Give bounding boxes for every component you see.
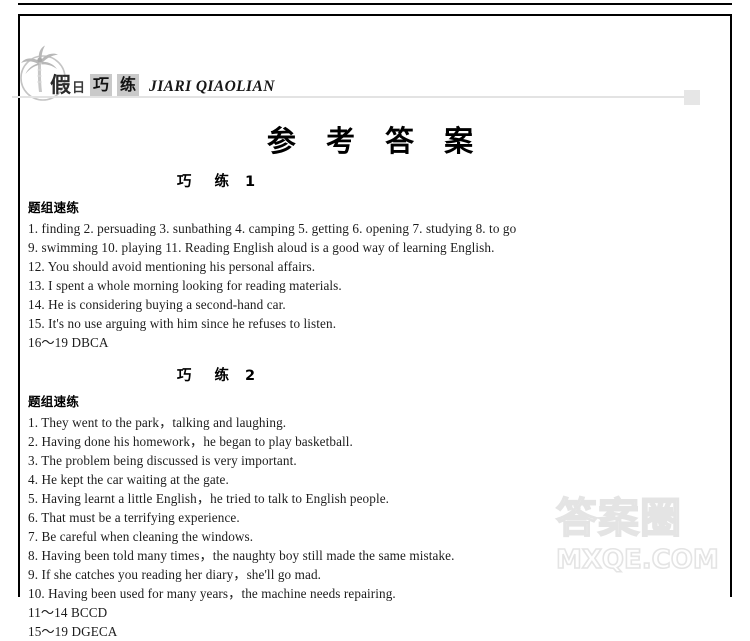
exercise-heading-1: 巧 练 1 [28,170,704,191]
logo-char-qiao: 巧 [90,74,113,96]
answer-line: 15～19 DGECA [28,624,118,639]
answer-line: 13. I spent a whole morning looking for … [28,278,342,293]
exercise-heading-2-label: 巧 练 [176,368,238,384]
exercise-section-1: 巧 练 1 题组速练 1. finding 2. persuading 3. su… [28,170,704,352]
answer-line: 3. The problem being discussed is very i… [28,453,297,468]
answer-line: 12. You should avoid mentioning his pers… [28,259,316,274]
logo-char-ri: 日 [72,81,86,96]
top-rule [18,3,732,5]
brand-pinyin: JIARI QIAOLIAN [149,78,275,95]
answer-line: 7. Be careful when cleaning the windows. [28,529,254,544]
masthead-divider [12,96,684,98]
exercise-heading-2-number: 2 [244,368,256,384]
group-label-1: 题组速练 [28,200,80,215]
answer-line: 4. He kept the car waiting at the gate. [28,472,229,487]
answers-body: 巧 练 1 题组速练 1. finding 2. persuading 3. su… [28,170,704,641]
answer-line: 6. That must be a terrifying experience. [28,510,240,525]
exercise-heading-1-label: 巧 练 [176,174,238,190]
brand-logo: 假 日 巧 练 JIARI QIAOLIAN [12,40,275,102]
answer-line: 10. Having been used for many years，the … [28,586,396,601]
masthead: 假 日 巧 练 JIARI QIAOLIAN [4,40,704,105]
answer-line: 14. He is considering buying a second-ha… [28,297,286,312]
answer-line: 1. They went to the park，talking and lau… [28,415,287,430]
answer-line: 2. Having done his homework，he began to … [28,434,353,449]
logo-char-jia: 假 [50,73,71,97]
masthead-corner-tab [684,90,700,105]
group-label-2: 题组速练 [28,394,80,409]
answer-line: 1. finding 2. persuading 3. sunbathing 4… [28,221,517,236]
exercise-heading-2: 巧 练 2 [28,364,704,385]
answer-line: 15. It's no use arguing with him since h… [28,316,337,331]
page-title: 参 考 答 案 [266,124,484,158]
answer-line: 9. If she catches you reading her diary，… [28,567,322,582]
answer-sheet-page: 假 日 巧 练 JIARI QIAOLIAN 参 考 答 案 巧 练 1 题组速练… [0,0,750,639]
exercise-heading-1-number: 1 [244,174,256,190]
answer-line: 11～14 BCCD [28,605,108,620]
answer-line: 8. Having been told many times，the naugh… [28,548,455,563]
exercise-section-2: 巧 练 2 题组速练 1. They went to the park，talki… [28,364,704,641]
answer-line: 9. swimming 10. playing 11. Reading Engl… [28,240,495,255]
logo-char-lian: 练 [117,74,140,96]
answer-line: 16～19 DBCA [28,335,109,350]
answer-line: 5. Having learnt a little English，he tri… [28,491,390,506]
